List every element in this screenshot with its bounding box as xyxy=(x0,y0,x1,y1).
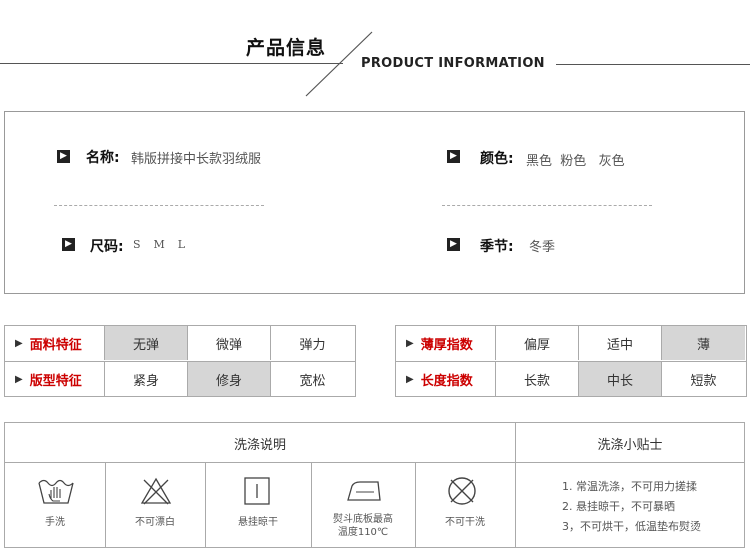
header-rule-left xyxy=(0,63,343,64)
wash-label: 熨斗底板最高 温度110℃ xyxy=(311,513,415,539)
season-value: 冬季 xyxy=(529,240,556,255)
wash-label-line2: 温度110℃ xyxy=(337,527,389,538)
wash-label: 手洗 xyxy=(45,517,65,528)
attribute-row-fabric: ▶ 面料特征 无弹 微弹 弹力 xyxy=(5,326,354,360)
attribute-label: 长度指数 xyxy=(420,373,473,389)
bullet-arrow-icon: ▶ xyxy=(447,238,460,251)
iron-icon xyxy=(344,478,384,508)
attribute-header: ▶ 版型特征 xyxy=(5,362,105,396)
wash-tip: 3，不可烘干，低温垫布熨烫 xyxy=(562,520,701,533)
wash-label-line1: 熨斗底板最高 xyxy=(333,514,393,525)
no-tumble-dry-icon xyxy=(446,475,478,511)
name-label: 名称: xyxy=(86,150,120,166)
attribute-option: 微弹 xyxy=(188,326,271,360)
triangle-right-icon: ▶ xyxy=(406,373,414,385)
attribute-option-selected: 薄 xyxy=(662,326,745,360)
attribute-option: 紧身 xyxy=(105,362,188,396)
wash-label: 不可漂白 xyxy=(135,517,175,528)
size-label: 尺码: xyxy=(90,239,124,255)
attribute-option: 适中 xyxy=(579,326,662,360)
wash-label: 悬挂晾干 xyxy=(238,517,278,528)
attribute-header: ▶ 长度指数 xyxy=(396,362,496,396)
attribute-option: 长款 xyxy=(496,362,579,396)
divider-dashed xyxy=(442,205,652,206)
size-value: S M L xyxy=(133,238,188,251)
attribute-table-left: ▶ 面料特征 无弹 微弹 弹力 ▶ 版型特征 紧身 修身 宽松 xyxy=(4,325,356,397)
wash-label: 不可干洗 xyxy=(445,517,485,528)
wash-tips-title: 洗涤小贴士 xyxy=(597,438,663,453)
section-title-cn: 产品信息 xyxy=(246,37,327,59)
triangle-right-icon: ▶ xyxy=(15,373,23,385)
color-value: 黑色 粉色 灰色 xyxy=(526,154,625,169)
attribute-option-selected: 中长 xyxy=(579,362,662,396)
season-label: 季节: xyxy=(480,239,514,255)
bullet-arrow-icon: ▶ xyxy=(62,238,75,251)
attribute-label: 薄厚指数 xyxy=(420,337,473,353)
attribute-option: 短款 xyxy=(662,362,745,396)
bullet-arrow-icon: ▶ xyxy=(57,150,70,163)
attribute-label: 版型特征 xyxy=(29,373,82,389)
attribute-header: ▶ 薄厚指数 xyxy=(396,326,496,360)
section-title-en: PRODUCT INFORMATION xyxy=(361,56,545,71)
wash-header-divider xyxy=(5,462,744,463)
attribute-option: 偏厚 xyxy=(496,326,579,360)
header-rule-right xyxy=(556,64,750,65)
hang-dry-icon xyxy=(243,476,271,510)
attribute-row-fit: ▶ 版型特征 紧身 修身 宽松 xyxy=(5,362,354,396)
wash-cell-divider xyxy=(105,462,106,547)
wash-instructions-title: 洗涤说明 xyxy=(233,438,286,453)
attribute-label: 面料特征 xyxy=(29,337,82,353)
triangle-right-icon: ▶ xyxy=(406,337,414,349)
wash-tip: 1. 常温洗涤，不可用力搓揉 xyxy=(562,480,697,493)
attribute-row-length: ▶ 长度指数 长款 中长 短款 xyxy=(396,362,745,396)
attribute-option: 弹力 xyxy=(271,326,354,360)
color-label: 颜色: xyxy=(480,151,514,167)
bullet-arrow-icon: ▶ xyxy=(447,150,460,163)
wash-cell-divider xyxy=(415,462,416,547)
attribute-option-selected: 修身 xyxy=(188,362,271,396)
wash-cell-divider xyxy=(205,462,206,547)
name-value: 韩版拼接中长款羽绒服 xyxy=(131,152,262,167)
attribute-table-right: ▶ 薄厚指数 偏厚 适中 薄 ▶ 长度指数 长款 中长 短款 xyxy=(395,325,747,397)
divider-dashed xyxy=(54,205,264,206)
hand-wash-icon xyxy=(36,475,76,513)
no-bleach-icon xyxy=(140,476,172,510)
wash-tip: 2. 悬挂晾干，不可暴晒 xyxy=(562,500,675,513)
attribute-option: 宽松 xyxy=(271,362,354,396)
product-info-panel xyxy=(4,111,745,294)
attribute-header: ▶ 面料特征 xyxy=(5,326,105,360)
attribute-row-thickness: ▶ 薄厚指数 偏厚 适中 薄 xyxy=(396,326,745,360)
attribute-option-selected: 无弹 xyxy=(105,326,188,360)
wash-care-table: 洗涤说明 洗涤小贴士 手洗 不可漂白 悬挂晾干 熨斗底板最高 温度110℃ 不可… xyxy=(4,422,745,548)
triangle-right-icon: ▶ xyxy=(15,337,23,349)
